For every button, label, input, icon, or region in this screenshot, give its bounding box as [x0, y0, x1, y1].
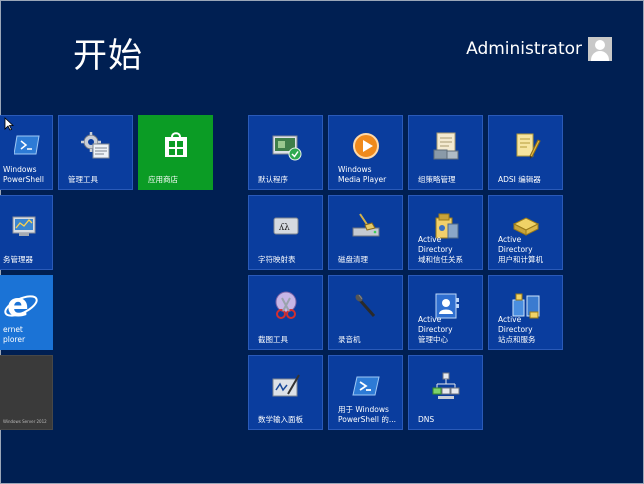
- tile-label: 应用商店: [148, 175, 178, 184]
- svg-text:ʎλ: ʎλ: [278, 223, 290, 233]
- adsi-edit-icon: [516, 133, 541, 159]
- tile-label: Windows Media Player: [338, 165, 387, 184]
- user-avatar-icon: [588, 37, 612, 61]
- group-policy-icon: [433, 132, 458, 160]
- tile-math-input-panel[interactable]: 数学输入面板: [248, 355, 323, 430]
- tile-internet-explorer[interactable]: e ernet plorer: [0, 275, 53, 350]
- tile-label: ADSI 编辑器: [498, 175, 541, 184]
- tile-ad-sites-services[interactable]: Active Directory 站点和服务: [488, 275, 563, 350]
- user-name: Administrator: [466, 39, 582, 59]
- tile-label: Windows PowerShell: [3, 165, 44, 184]
- admin-tools-icon: [80, 132, 109, 159]
- user-account[interactable]: Administrator: [466, 37, 612, 61]
- tile-label: Active Directory 站点和服务: [498, 315, 536, 344]
- tile-label: 磁盘清理: [338, 255, 368, 264]
- tile-label: 字符映射表: [258, 255, 296, 264]
- tile-ad-admin-center[interactable]: Active Directory 管理中心: [408, 275, 483, 350]
- tile-disk-cleanup[interactable]: 磁盘清理: [328, 195, 403, 270]
- tile-ad-users-computers[interactable]: Active Directory 用户和计算机: [488, 195, 563, 270]
- tile-label: 默认程序: [258, 175, 288, 184]
- tile-admin-tools[interactable]: 管理工具: [58, 115, 133, 190]
- tile-snipping-tool[interactable]: 截图工具: [248, 275, 323, 350]
- tile-label: 数学输入面板: [258, 415, 303, 424]
- tile-desktop[interactable]: Windows Server 2012: [0, 355, 53, 430]
- tile-label: 组策略管理: [418, 175, 456, 184]
- powershell-icon: [14, 135, 40, 155]
- tile-adsi-edit[interactable]: ADSI 编辑器: [488, 115, 563, 190]
- microphone-icon: [354, 294, 375, 317]
- tile-sound-recorder[interactable]: 录音机: [328, 275, 403, 350]
- store-icon: [164, 132, 187, 157]
- character-map-icon: ʎλ: [273, 217, 298, 235]
- tile-windows-media-player[interactable]: Windows Media Player: [328, 115, 403, 190]
- tile-server-manager[interactable]: 务管理器: [0, 195, 53, 270]
- tile-label: 录音机: [338, 335, 361, 344]
- internet-explorer-icon: e: [4, 288, 38, 322]
- snipping-tool-icon: [275, 291, 296, 319]
- tile-group-policy-management[interactable]: 组策略管理: [408, 115, 483, 190]
- tile-label: Active Directory 用户和计算机: [498, 235, 543, 264]
- media-player-icon: [352, 133, 379, 159]
- tile-label: ernet plorer: [3, 325, 26, 344]
- tile-label: 管理工具: [68, 175, 98, 184]
- tile-label: 务管理器: [3, 255, 33, 264]
- tile-dns[interactable]: DNS: [408, 355, 483, 430]
- math-input-icon: [272, 374, 300, 397]
- mouse-cursor-icon: [4, 117, 14, 131]
- tile-label: Active Directory 域和信任关系: [418, 235, 463, 264]
- disk-cleanup-icon: [352, 213, 379, 237]
- tile-label: 截图工具: [258, 335, 288, 344]
- dns-icon: [432, 372, 459, 399]
- tile-powershell-for-windows[interactable]: 用于 Windows PowerShell 的...: [328, 355, 403, 430]
- tile-label: 用于 Windows PowerShell 的...: [338, 405, 397, 424]
- powershell-icon: [351, 376, 380, 396]
- tile-label: DNS: [418, 415, 435, 424]
- default-programs-icon: [272, 135, 301, 161]
- tile-ad-domains-trusts[interactable]: Active Directory 域和信任关系: [408, 195, 483, 270]
- tile-store[interactable]: 应用商店: [138, 115, 213, 190]
- tile-label: Active Directory 管理中心: [418, 315, 453, 344]
- tile-character-map[interactable]: ʎλ 字符映射表: [248, 195, 323, 270]
- page-title: 开始: [73, 36, 143, 76]
- server-manager-icon: [12, 216, 36, 236]
- tile-default-programs[interactable]: 默认程序: [248, 115, 323, 190]
- tile-label: Windows Server 2012: [3, 419, 47, 424]
